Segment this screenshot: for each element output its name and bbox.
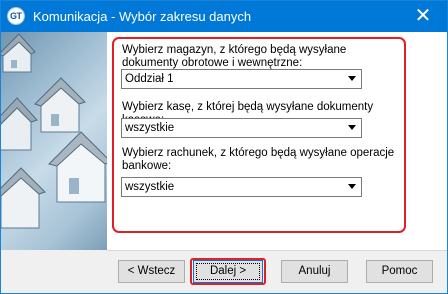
cancel-button[interactable]: Anuluj	[281, 260, 348, 283]
help-button[interactable]: Pomoc	[366, 260, 433, 283]
back-button[interactable]: < Wstecz	[118, 260, 185, 283]
account-value: wszystkie	[125, 181, 175, 193]
house-icon	[1, 167, 46, 229]
close-icon[interactable]: ✕	[401, 2, 445, 30]
house-icon	[1, 33, 36, 73]
next-button-label: Dalej >	[209, 265, 247, 277]
title-bar[interactable]: GT Komunikacja - Wybór zakresu danych ✕	[1, 1, 447, 32]
dropdown-arrow-icon[interactable]	[348, 184, 356, 189]
next-button[interactable]: Dalej >	[193, 260, 263, 283]
account-select[interactable]: wszystkie	[121, 177, 362, 197]
house-icon	[48, 131, 107, 203]
house-icon	[1, 97, 38, 151]
wizard-illustration	[1, 32, 107, 250]
dropdown-arrow-icon[interactable]	[348, 76, 356, 81]
account-label: Wybierz rachunek, z którego będą wysyłan…	[122, 147, 395, 172]
dropdown-arrow-icon[interactable]	[348, 125, 356, 130]
cashbox-value: wszystkie	[125, 122, 175, 134]
houses-illustration	[1, 33, 107, 229]
app-logo-text: GT	[10, 11, 22, 21]
house-icon	[34, 77, 86, 133]
cashbox-select[interactable]: wszystkie	[121, 118, 362, 138]
window-title: Komunikacja - Wybór zakresu danych	[33, 9, 252, 24]
app-logo-icon: GT	[7, 7, 25, 25]
warehouse-label: Wybierz magazyn, z którego będą wysyłane…	[122, 44, 347, 69]
footer-divider	[107, 250, 447, 251]
warehouse-value: Oddział 1	[125, 73, 174, 85]
warehouse-select[interactable]: Oddział 1	[121, 69, 362, 89]
